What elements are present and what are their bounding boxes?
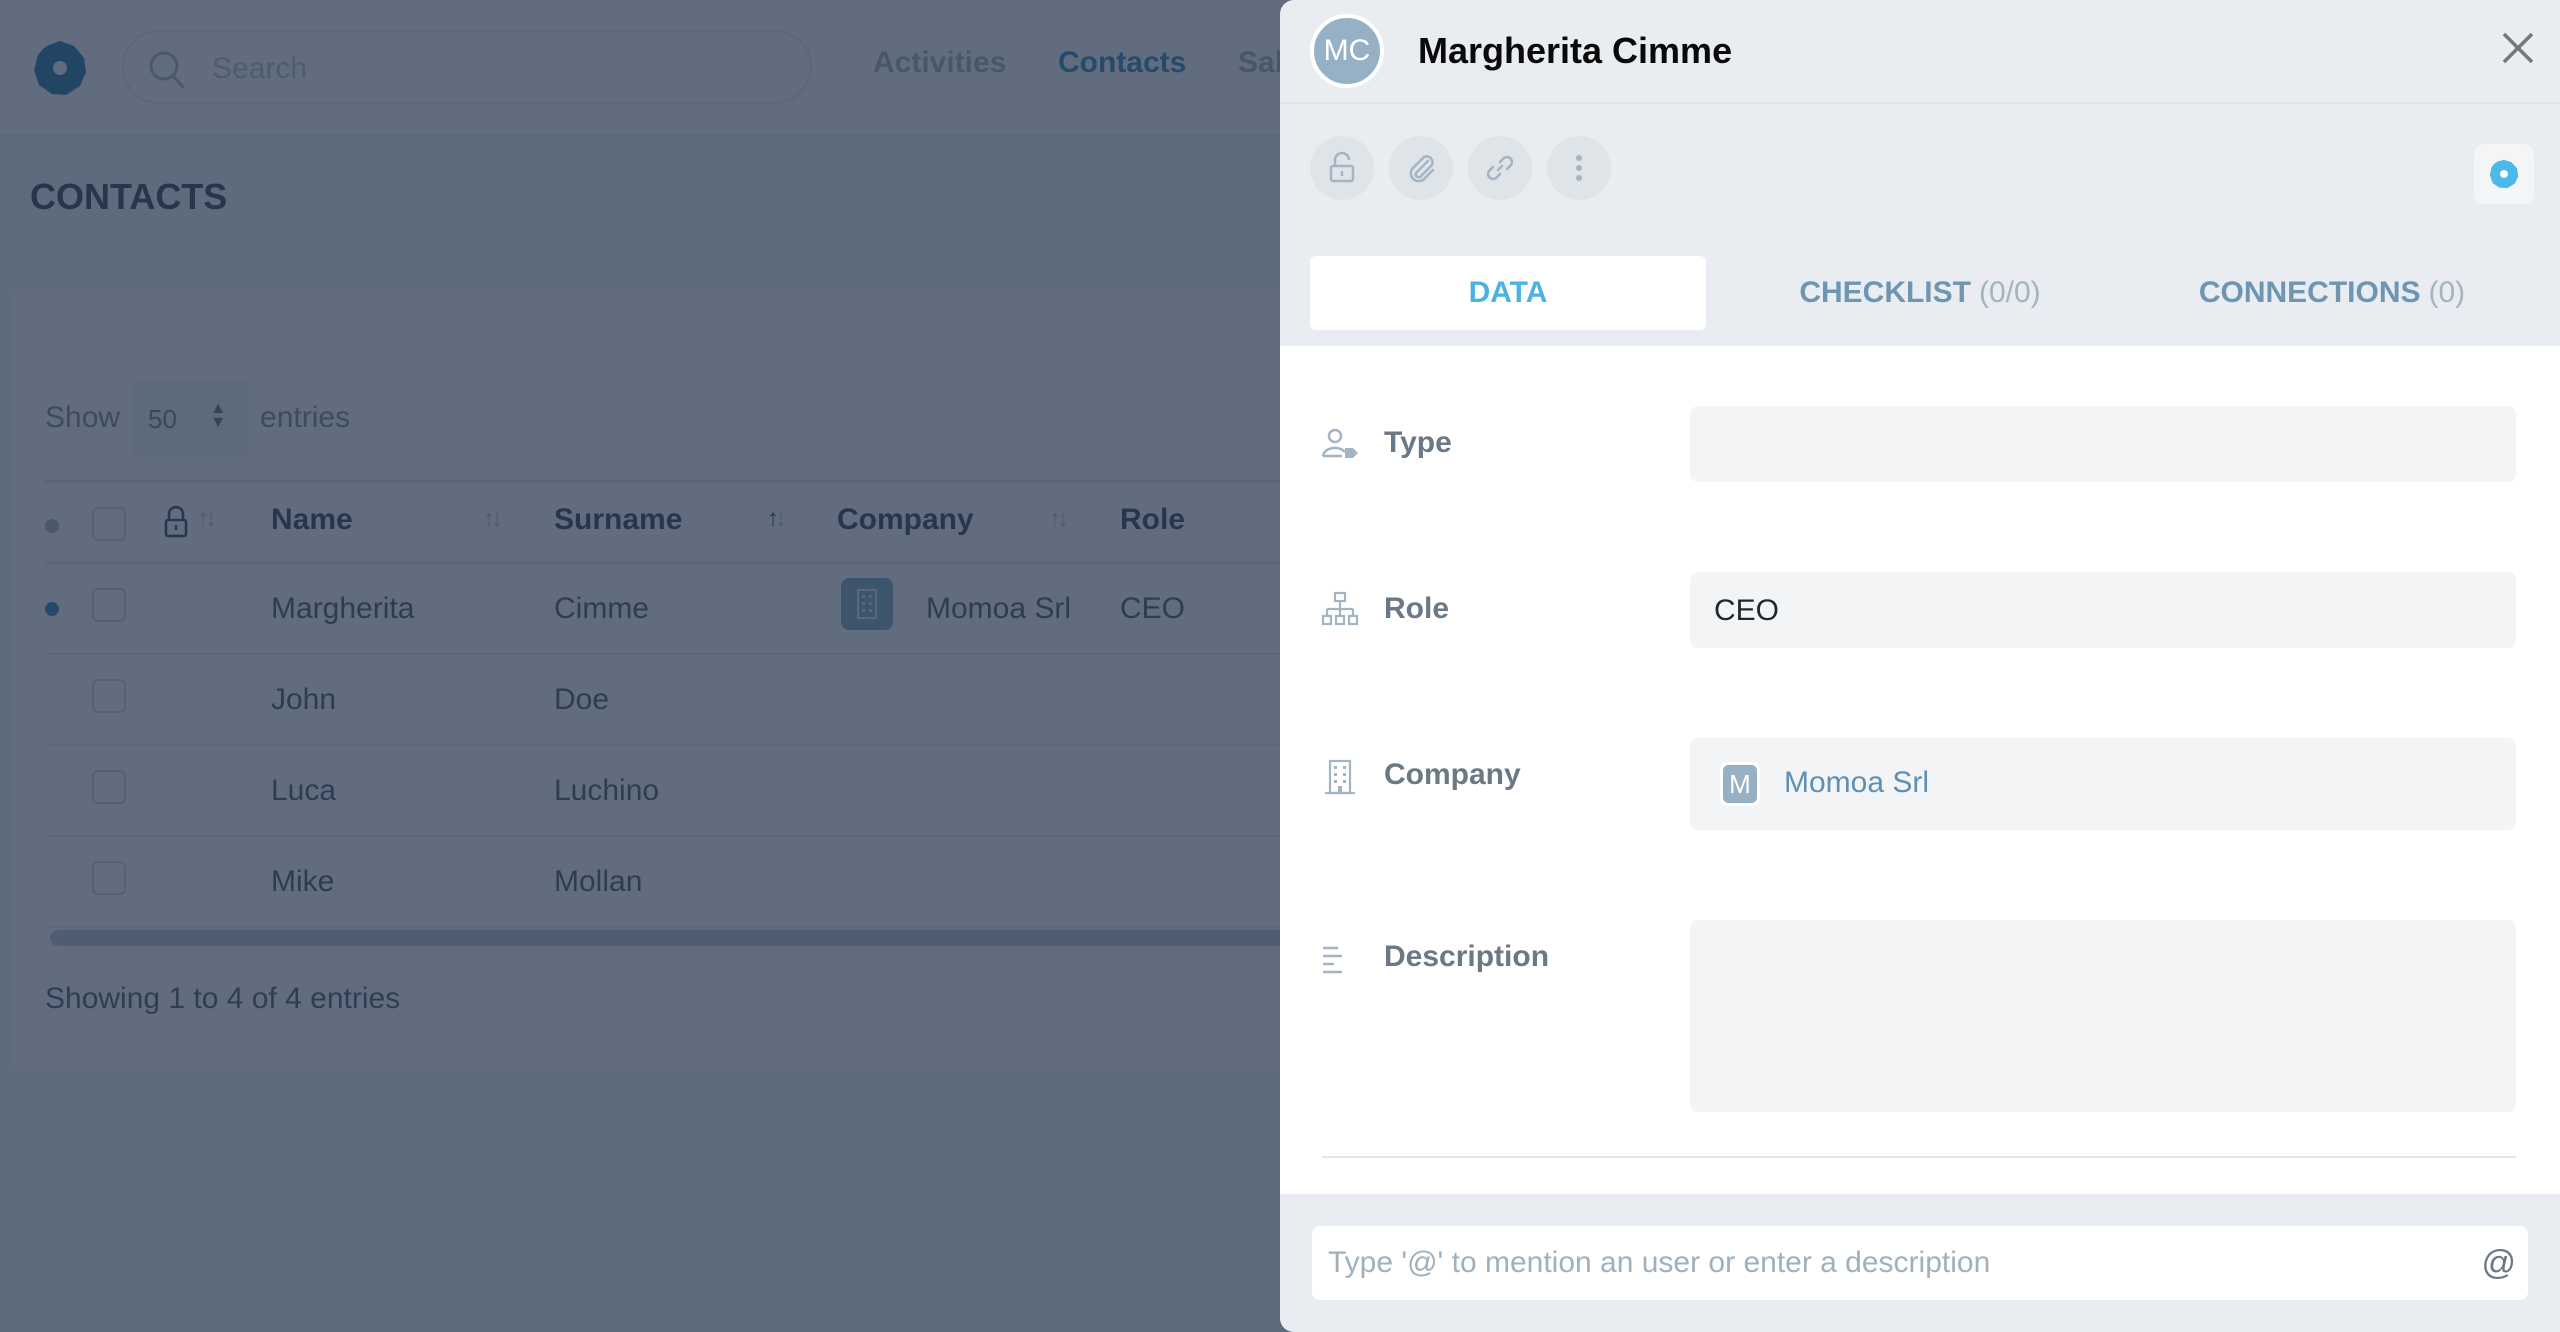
- company-label: Company: [1384, 758, 1521, 791]
- comment-input[interactable]: [1328, 1226, 2448, 1300]
- mention-icon[interactable]: @: [2481, 1244, 2516, 1283]
- panel-tabs: DATA CHECKLIST (0/0) CONNECTIONS (0): [1280, 256, 2560, 346]
- role-label: Role: [1384, 592, 1450, 625]
- company-link[interactable]: Momoa Srl: [1784, 766, 1929, 800]
- building-icon: [1325, 759, 1355, 795]
- tab-checklist-count: (0/0): [1978, 276, 2041, 309]
- panel-data-form: Type Role CEO Company M Momoa Srl Descri…: [1280, 346, 2560, 1194]
- link-button[interactable]: [1468, 136, 1532, 200]
- company-field[interactable]: M Momoa Srl: [1690, 738, 2516, 830]
- form-divider: [1322, 1156, 2516, 1158]
- link-icon: [1486, 155, 1514, 181]
- attach-button[interactable]: [1389, 136, 1453, 200]
- panel-header: MC Margherita Cimme: [1280, 0, 2560, 104]
- type-label: Type: [1384, 426, 1452, 459]
- avatar: MC: [1310, 14, 1384, 88]
- org-chart-icon: [1321, 591, 1359, 626]
- brand-logo-icon: [2489, 159, 2519, 189]
- close-icon[interactable]: [2500, 30, 2536, 66]
- tab-connections[interactable]: CONNECTIONS (0): [2134, 256, 2530, 330]
- lock-button[interactable]: [1310, 136, 1374, 200]
- lock-open-icon: [1329, 151, 1355, 183]
- tab-data[interactable]: DATA: [1310, 256, 1706, 330]
- description-field[interactable]: [1690, 920, 2516, 1112]
- type-field[interactable]: [1690, 406, 2516, 482]
- paperclip-icon: [1409, 155, 1435, 183]
- company-badge: M: [1720, 762, 1760, 806]
- tab-connections-count: (0): [2428, 276, 2466, 309]
- panel-footer: @: [1280, 1194, 2560, 1332]
- contact-detail-panel: MC Margherita Cimme DATA CHECKLIST (0/0)…: [1280, 0, 2560, 1332]
- comment-box[interactable]: @: [1312, 1226, 2528, 1300]
- tab-connections-label: CONNECTIONS: [2198, 276, 2421, 309]
- user-tag-icon: [1321, 428, 1358, 458]
- tab-checklist[interactable]: CHECKLIST (0/0): [1722, 256, 2118, 330]
- brand-button[interactable]: [2474, 144, 2534, 204]
- more-button[interactable]: [1547, 136, 1611, 200]
- tab-checklist-label: CHECKLIST: [1799, 276, 1971, 309]
- more-vertical-icon: [1576, 155, 1582, 181]
- role-field[interactable]: CEO: [1690, 572, 2516, 648]
- description-label: Description: [1384, 940, 1550, 973]
- panel-title: Margherita Cimme: [1418, 30, 1733, 71]
- text-align-icon: [1323, 946, 1342, 974]
- tab-data-label: DATA: [1468, 276, 1548, 309]
